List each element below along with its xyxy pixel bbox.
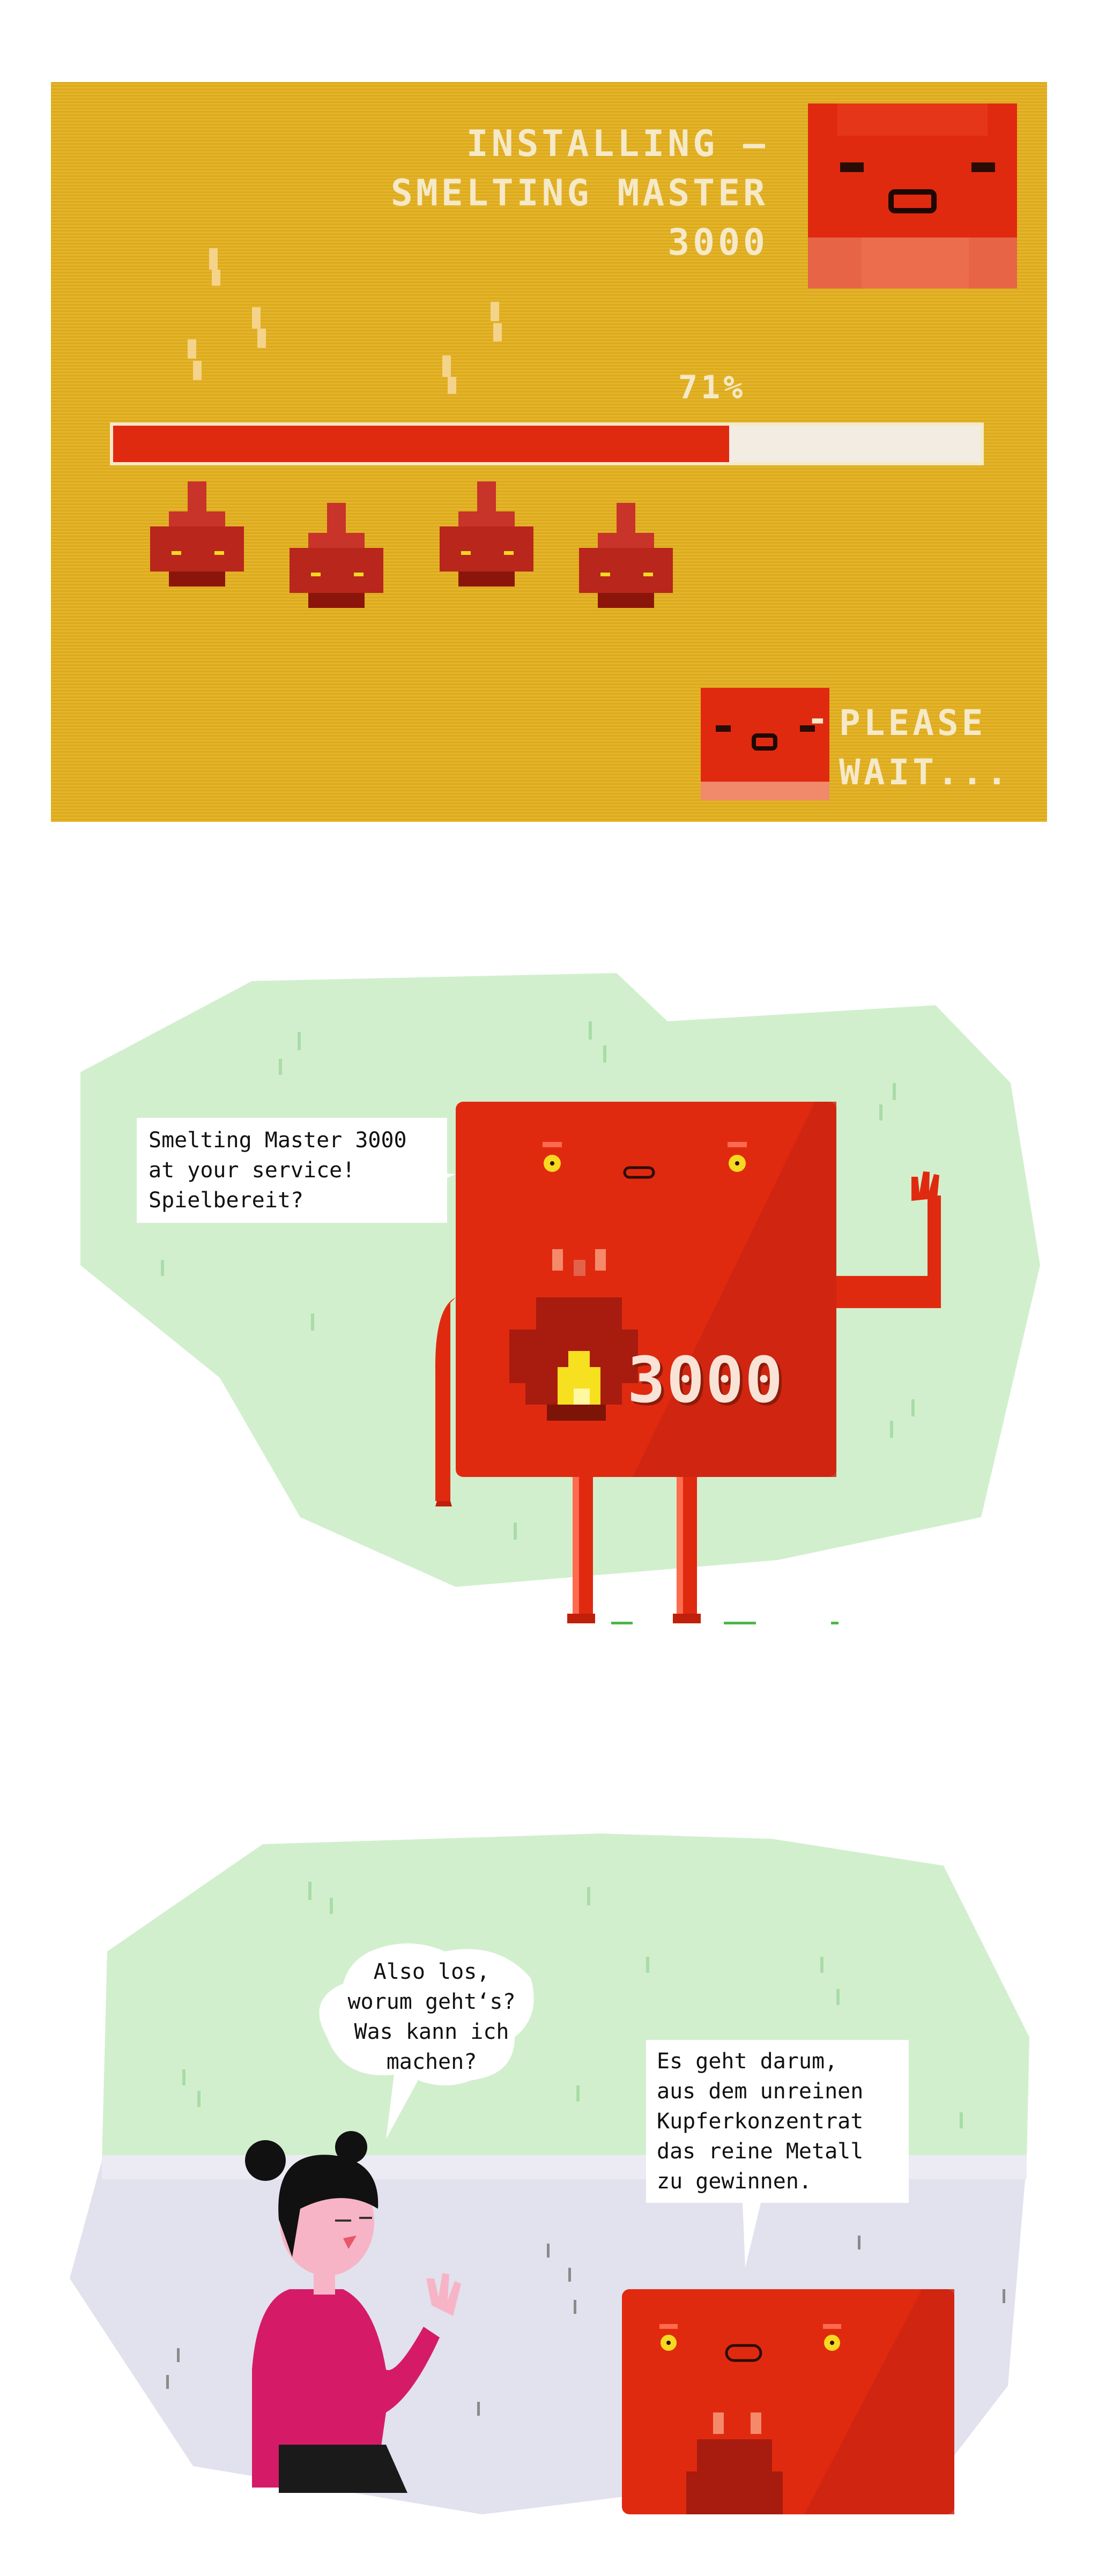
girl-speech-text: Also los, worum geht‘s? Was kann ich mac… — [347, 1959, 516, 2074]
robot-explanation-bubble: Es geht darum, aus dem unreinen Kupferko… — [646, 2040, 909, 2203]
robot-bottom — [622, 2289, 954, 2514]
conversation-panel — [70, 1833, 1029, 2514]
